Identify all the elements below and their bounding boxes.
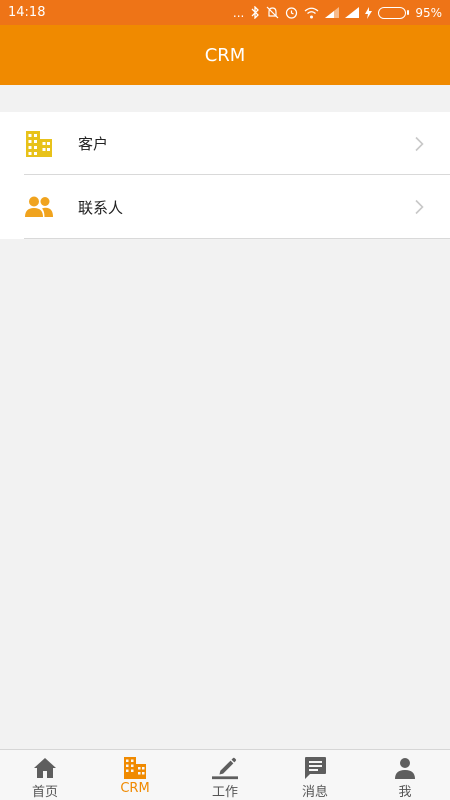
bottom-tab-bar: 首页 CRM 工作 消息 我	[0, 749, 450, 800]
tab-crm[interactable]: CRM	[90, 750, 180, 800]
tab-label: 我	[398, 785, 412, 800]
tab-label: 工作	[211, 785, 238, 800]
alarm-icon	[286, 7, 298, 19]
menu-item-contacts[interactable]: 联系人	[0, 175, 450, 239]
tab-work[interactable]: 工作	[180, 750, 270, 800]
chevron-right-icon	[415, 136, 424, 151]
person-icon	[392, 756, 418, 780]
signal-icon	[325, 7, 340, 18]
bluetooth-icon	[251, 6, 260, 19]
message-icon	[302, 756, 328, 780]
building-icon	[122, 756, 148, 780]
tab-label: 消息	[301, 785, 328, 800]
people-icon	[24, 192, 54, 222]
menu-item-customers[interactable]: 客户	[0, 112, 450, 175]
dots-icon: ...	[232, 5, 245, 20]
menu-item-label: 联系人	[78, 198, 124, 217]
chevron-right-icon	[415, 199, 424, 215]
mute-bell-icon	[266, 6, 279, 19]
tab-label: CRM	[120, 781, 150, 796]
charging-icon	[365, 6, 373, 19]
tab-label: 首页	[31, 785, 58, 800]
tab-messages[interactable]: 消息	[270, 750, 360, 800]
status-icons: ... 95%	[233, 6, 442, 20]
signal-icon	[345, 7, 360, 18]
divider	[24, 238, 450, 239]
crm-menu: 客户 联系人	[0, 112, 450, 239]
tab-me[interactable]: 我	[360, 750, 450, 800]
status-bar: 14:18 ... 95%	[0, 0, 450, 25]
building-icon	[24, 129, 54, 159]
wifi-icon	[304, 7, 319, 18]
tab-home[interactable]: 首页	[0, 750, 90, 800]
pencil-icon	[212, 756, 238, 780]
home-icon	[32, 756, 58, 780]
menu-item-label: 客户	[78, 135, 109, 153]
app-bar: CRM	[0, 25, 450, 85]
page-title: CRM	[204, 44, 246, 66]
battery-percent: 95%	[415, 5, 442, 20]
status-time: 14:18	[8, 5, 46, 20]
battery-icon	[378, 6, 410, 19]
